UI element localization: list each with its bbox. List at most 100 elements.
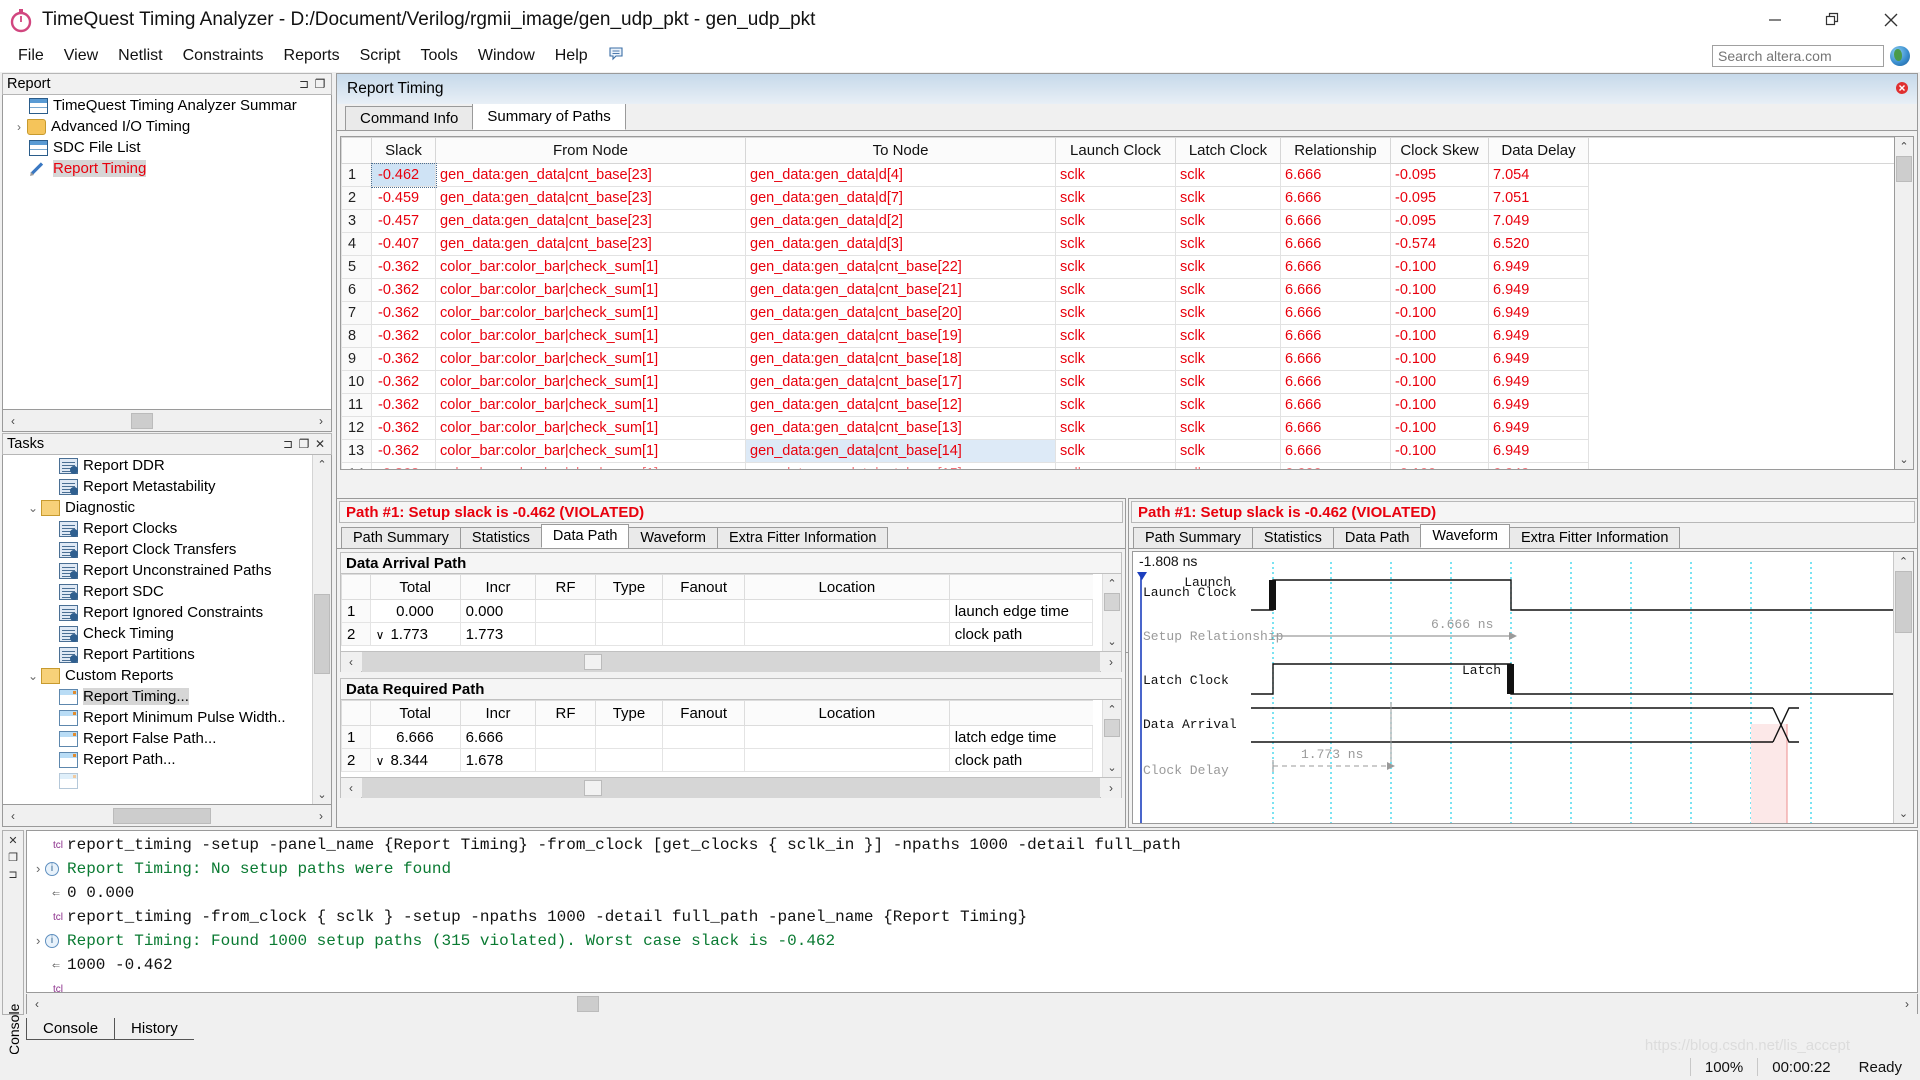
required-hscrollbar[interactable]: ‹ ›	[340, 777, 1122, 798]
hscroll-thumb[interactable]	[577, 995, 599, 1012]
col-total[interactable]: Total	[369, 700, 461, 726]
tab-data-path[interactable]: Data Path	[1332, 527, 1422, 548]
task-item-report-timing[interactable]: Report Timing...	[3, 686, 311, 707]
cell-from-node[interactable]: color_bar:color_bar|check_sum[1]	[435, 370, 746, 394]
cell-to-node[interactable]: gen_data:gen_data|cnt_base[18]	[745, 347, 1056, 371]
data-arrival-path-grid[interactable]: Total Incr RF Type Fanout Location 1 0.0…	[340, 574, 1122, 652]
cell-relationship[interactable]: 6.666	[1280, 209, 1391, 233]
task-item-report-sdc[interactable]: Report SDC	[3, 581, 311, 602]
cell-from-node[interactable]: color_bar:color_bar|check_sum[1]	[435, 416, 746, 440]
col-latch-clock[interactable]: Latch Clock	[1175, 137, 1281, 164]
cell-slack[interactable]: -0.362	[371, 301, 436, 325]
cell-slack[interactable]: -0.362	[371, 393, 436, 417]
paths-table-container[interactable]: Slack From Node To Node Launch Clock Lat…	[340, 136, 1914, 470]
cell-clock-skew[interactable]: -0.100	[1390, 301, 1489, 325]
table-row[interactable]: 9 -0.362 color_bar:color_bar|check_sum[1…	[341, 347, 1894, 371]
table-row[interactable]: 10 -0.362 color_bar:color_bar|check_sum[…	[341, 370, 1894, 394]
minimize-button[interactable]	[1746, 0, 1804, 40]
cell-to-node[interactable]: gen_data:gen_data|cnt_base[14]	[745, 439, 1056, 463]
cell-data-delay[interactable]: 7.054	[1488, 163, 1589, 187]
float-icon[interactable]: ❐	[297, 437, 311, 451]
scroll-down-button[interactable]: ⌄	[1895, 450, 1913, 469]
cell-to-node[interactable]: gen_data:gen_data|cnt_base[22]	[745, 255, 1056, 279]
task-item-report-false-path[interactable]: Report False Path...	[3, 728, 311, 749]
menu-script[interactable]: Script	[350, 44, 411, 68]
cell-from-node[interactable]: color_bar:color_bar|check_sum[1]	[435, 255, 746, 279]
cell-relationship[interactable]: 6.666	[1280, 393, 1391, 417]
close-icon[interactable]: ✕	[8, 834, 17, 847]
maximize-button[interactable]	[1804, 0, 1862, 40]
vscroll-thumb[interactable]	[1895, 571, 1912, 633]
cell-relationship[interactable]: 6.666	[1280, 416, 1391, 440]
table-row[interactable]: 12 -0.362 color_bar:color_bar|check_sum[…	[341, 416, 1894, 440]
cell-from-node[interactable]: color_bar:color_bar|check_sum[1]	[435, 278, 746, 302]
cell-from-node[interactable]: gen_data:gen_data|cnt_base[23]	[435, 232, 746, 256]
cell-from-node[interactable]: color_bar:color_bar|check_sum[1]	[435, 347, 746, 371]
scroll-down-button[interactable]: ⌄	[1103, 632, 1121, 651]
table-row[interactable]: 14 -0.362 color_bar:color_bar|check_sum[…	[341, 462, 1894, 469]
close-button[interactable]	[1862, 0, 1920, 40]
task-item-partial[interactable]	[3, 770, 311, 791]
cell-data-delay[interactable]: 6.949	[1488, 370, 1589, 394]
tree-item-timequest-summary[interactable]: TimeQuest Timing Analyzer Summar	[3, 95, 331, 116]
cell-to-node[interactable]: gen_data:gen_data|d[4]	[745, 163, 1056, 187]
cell-clock-skew[interactable]: -0.100	[1390, 278, 1489, 302]
tab-command-info[interactable]: Command Info	[345, 106, 474, 130]
hscroll-track[interactable]	[23, 805, 311, 826]
cell-data-delay[interactable]: 6.520	[1488, 232, 1589, 256]
vscroll-thumb[interactable]	[314, 594, 330, 674]
note-icon[interactable]	[608, 46, 624, 67]
cell-slack[interactable]: -0.457	[371, 209, 436, 233]
pin-icon[interactable]: ⊐	[8, 868, 17, 881]
pin-icon[interactable]: ⊐	[297, 77, 311, 91]
cell-latch-clock[interactable]: sclk	[1175, 416, 1281, 440]
col-rf[interactable]: RF	[535, 700, 596, 726]
cell-to-node[interactable]: gen_data:gen_data|d[3]	[745, 232, 1056, 256]
scroll-right-button[interactable]: ›	[1101, 651, 1121, 672]
cell-clock-skew[interactable]: -0.100	[1390, 439, 1489, 463]
col-location[interactable]: Location	[744, 574, 950, 600]
cell-from-node[interactable]: color_bar:color_bar|check_sum[1]	[435, 393, 746, 417]
cell-relationship[interactable]: 6.666	[1280, 255, 1391, 279]
cell-to-node[interactable]: gen_data:gen_data|cnt_base[21]	[745, 278, 1056, 302]
menu-view[interactable]: View	[54, 44, 108, 68]
console-hscrollbar[interactable]: ‹ ›	[26, 993, 1918, 1014]
menu-netlist[interactable]: Netlist	[108, 44, 172, 68]
tab-waveform[interactable]: Waveform	[628, 527, 718, 548]
tab-data-path[interactable]: Data Path	[540, 524, 630, 548]
cell-data-delay[interactable]: 7.051	[1488, 186, 1589, 210]
cell-clock-skew[interactable]: -0.100	[1390, 370, 1489, 394]
float-icon[interactable]: ❐	[8, 851, 18, 864]
cell-data-delay[interactable]: 6.949	[1488, 416, 1589, 440]
cell-slack[interactable]: -0.362	[371, 416, 436, 440]
cell-data-delay[interactable]: 6.949	[1488, 324, 1589, 348]
scroll-left-button[interactable]: ‹	[341, 651, 361, 672]
cell-launch-clock[interactable]: sclk	[1055, 324, 1176, 348]
cell-launch-clock[interactable]: sclk	[1055, 232, 1176, 256]
col-rf[interactable]: RF	[535, 574, 596, 600]
paths-table-vscrollbar[interactable]: ⌃ ⌄	[1894, 136, 1914, 470]
cell-to-node[interactable]: gen_data:gen_data|cnt_base[15]	[745, 462, 1056, 469]
scroll-left-button[interactable]: ‹	[3, 805, 23, 826]
close-icon[interactable]: ✕	[313, 437, 327, 451]
menu-tools[interactable]: Tools	[410, 44, 467, 68]
pin-icon[interactable]: ⊐	[281, 437, 295, 451]
cell-data-delay[interactable]: 6.949	[1488, 439, 1589, 463]
cell-launch-clock[interactable]: sclk	[1055, 370, 1176, 394]
col-incr[interactable]: Incr	[459, 574, 537, 600]
cell-latch-clock[interactable]: sclk	[1175, 209, 1281, 233]
col-fanout[interactable]: Fanout	[662, 574, 746, 600]
col-from-node[interactable]: From Node	[435, 137, 746, 164]
tab-statistics[interactable]: Statistics	[1251, 527, 1334, 548]
chevron-right-icon[interactable]: ›	[11, 120, 27, 134]
scroll-right-button[interactable]: ›	[311, 805, 331, 826]
chevron-down-icon[interactable]: ⌄	[25, 501, 41, 515]
hscroll-track[interactable]	[362, 651, 1100, 672]
col-rownum[interactable]	[341, 700, 371, 726]
col-launch-clock[interactable]: Launch Clock	[1055, 137, 1176, 164]
hscroll-track[interactable]	[23, 410, 311, 431]
cell-relationship[interactable]: 6.666	[1280, 301, 1391, 325]
col-data-delay[interactable]: Data Delay	[1488, 137, 1589, 164]
task-item-report-metastability[interactable]: Report Metastability	[3, 476, 311, 497]
cell-relationship[interactable]: 6.666	[1280, 324, 1391, 348]
